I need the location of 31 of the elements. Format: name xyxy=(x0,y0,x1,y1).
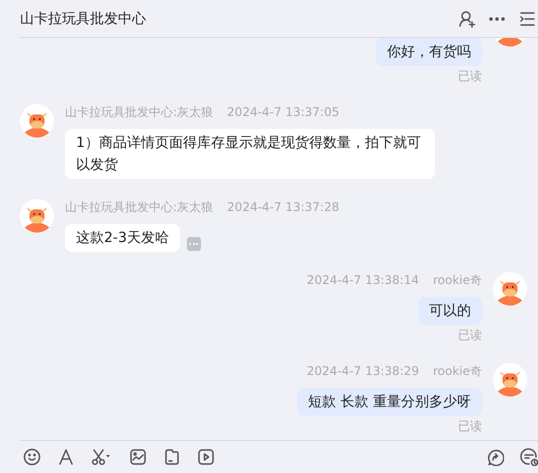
scissors-icon[interactable] xyxy=(91,448,113,466)
image-icon[interactable] xyxy=(129,448,147,466)
message-time: 2024-4-7 13:38:14 xyxy=(306,272,419,289)
chat-history-icon[interactable] xyxy=(520,448,538,466)
message-bubble: 1）商品详情页面得库存显示就是现货得数量，拍下就可以发货 xyxy=(65,129,435,179)
menu-icon[interactable] xyxy=(518,10,536,28)
message-time: 2024-4-7 13:37:28 xyxy=(227,199,340,216)
emoji-icon[interactable] xyxy=(23,448,41,466)
read-status: 已读 xyxy=(458,418,482,434)
avatar xyxy=(20,104,54,138)
share-icon[interactable] xyxy=(486,448,504,466)
sender-name: rookie奇 xyxy=(432,363,482,380)
avatar xyxy=(20,199,54,233)
message-bubble: 短款 长款 重量分别多少呀 xyxy=(297,388,482,416)
sender-name: 山卡拉玩具批发中心:灰太狼 xyxy=(65,199,214,216)
message-time: 2024-4-7 13:37:05 xyxy=(227,104,340,121)
avatar xyxy=(493,272,527,306)
add-user-icon[interactable] xyxy=(458,10,476,28)
sender-name: rookie奇 xyxy=(432,272,482,289)
video-icon[interactable] xyxy=(197,448,215,466)
avatar xyxy=(493,363,527,397)
message-bubble: 你好，有货吗 xyxy=(376,38,482,66)
chat-title: 山卡拉玩具批发中心 xyxy=(20,10,147,28)
message-time: 2024-4-7 13:38:29 xyxy=(306,363,419,380)
read-status: 已读 xyxy=(458,327,482,343)
message-bubble: 这款2-3天发哈 xyxy=(65,224,180,252)
font-icon[interactable] xyxy=(57,448,75,466)
read-status: 已读 xyxy=(458,68,482,84)
message-bubble: 可以的 xyxy=(418,297,482,325)
sender-name: 山卡拉玩具批发中心:灰太狼 xyxy=(65,104,214,121)
file-icon[interactable] xyxy=(163,448,181,466)
